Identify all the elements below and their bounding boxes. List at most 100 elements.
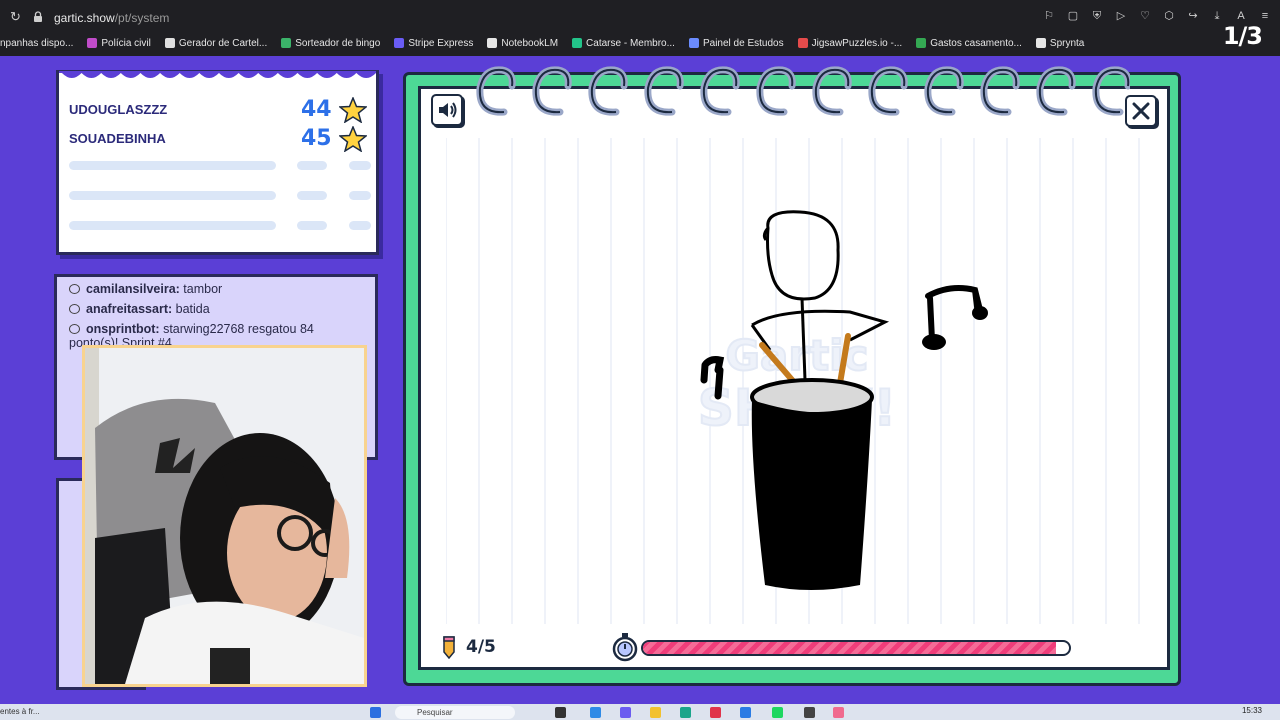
app-icon[interactable] [710, 707, 721, 718]
bookmark-item[interactable]: Sorteador de bingo [281, 38, 380, 49]
scallop-border [59, 71, 376, 78]
bookmark-item[interactable]: NotebookLM [487, 38, 558, 49]
bookmark-label: Gastos casamento... [930, 37, 1022, 49]
bookmark-favicon-icon [164, 38, 175, 48]
app-icon[interactable] [590, 707, 601, 718]
heart-icon[interactable]: ♡ [1138, 9, 1152, 23]
bookmark-item[interactable]: Gastos casamento... [916, 38, 1022, 49]
close-icon [1132, 102, 1150, 120]
taskbar-left-text: entes à fr... [0, 707, 40, 716]
close-button[interactable] [1125, 95, 1157, 127]
url-field[interactable]: gartic.show/pt/system [54, 11, 169, 25]
scoreboard: UDOUGLASZZZ 44 SOUADEBINHA 45 [56, 70, 379, 255]
player-row: UDOUGLASZZZ 44 [69, 97, 369, 123]
url-host: gartic.show [54, 11, 115, 25]
star-icon [339, 97, 367, 123]
bookmark-item[interactable]: npanhas dispo... [0, 38, 73, 49]
chat-bubble-icon [69, 284, 80, 294]
bookmark-label: Sorteador de bingo [295, 37, 381, 49]
bookmark-label: Polícia civil [101, 37, 151, 49]
folder-icon[interactable] [650, 707, 661, 718]
bookmark-item[interactable]: Stripe Express [394, 38, 473, 49]
pin-icon[interactable]: ⚐ [1042, 9, 1056, 23]
pencil-icon [443, 636, 455, 659]
player-points: 44 [301, 97, 332, 122]
app-icon[interactable] [833, 707, 844, 718]
player-row: SOUADEBINHA 45 [69, 126, 369, 152]
bookmark-item[interactable]: Sprynta [1035, 37, 1085, 49]
reload-icon[interactable]: ↻ [10, 10, 24, 24]
speaker-icon [439, 102, 457, 118]
timer-progress-bar [641, 640, 1071, 656]
chat-user: anafreitassart: [86, 302, 173, 316]
round-indicator: 4/5 [440, 634, 496, 660]
round-counter: 4/5 [466, 637, 496, 657]
bookmark-favicon-icon [87, 38, 98, 48]
menu-icon[interactable]: ≡ [1258, 9, 1272, 23]
chat-user: camilansilveira: [86, 282, 180, 296]
chat-user: onsprintbot: [86, 322, 160, 336]
chat-text: starwing22768 resgatou 84 [163, 322, 314, 336]
taskbar-search[interactable]: Pesquisar [395, 706, 515, 719]
empty-player-slot [69, 161, 373, 170]
bookmarks-bar: npanhas dispo... Polícia civil Gerador de … [0, 34, 1098, 52]
browser-icon[interactable] [680, 707, 691, 718]
chat-message: anafreitassart: batida [69, 302, 210, 316]
bookmark-label: Sprynta [1049, 37, 1085, 49]
translate-icon[interactable]: A [1234, 9, 1248, 23]
chat-bubble-icon [69, 324, 80, 334]
player-points: 45 [301, 126, 332, 151]
url-path: /pt/system [114, 11, 170, 25]
download-icon[interactable]: ⤓ [1210, 9, 1224, 23]
chat-text: tambor [183, 282, 223, 296]
bookmark-label: Catarse - Membro... [586, 37, 675, 49]
app-icon[interactable] [804, 707, 815, 718]
bookmark-label: npanhas dispo... [0, 37, 74, 49]
stopwatch-icon [612, 633, 638, 662]
windows-start-icon[interactable] [370, 707, 381, 718]
extensions-icon[interactable]: ⬡ [1162, 9, 1176, 23]
os-taskbar: entes à fr... Pesquisar 15:33 [0, 704, 1280, 720]
bookmark-label: Painel de Estudos [702, 37, 784, 49]
play-icon[interactable]: ▷ [1114, 9, 1128, 23]
webcam-overlay [82, 345, 367, 687]
bookmark-favicon-icon [1035, 38, 1046, 48]
address-row: ↻ gartic.show/pt/system ⚐ ▢ ⛨ ▷ ♡ ⬡ ↪ ⤓ … [0, 0, 1280, 34]
chat-bubble-icon [69, 304, 80, 314]
overlay-counter: 1/3 [1222, 22, 1263, 50]
empty-player-slot [69, 221, 373, 230]
bookmark-favicon-icon [281, 38, 292, 48]
bookmark-label: Stripe Express [408, 37, 474, 49]
streamer-camera-image [85, 348, 364, 684]
bookmark-favicon-icon [572, 38, 583, 48]
bookmark-item[interactable]: Polícia civil [87, 37, 151, 49]
screenshot-icon[interactable]: ▢ [1066, 9, 1080, 23]
bookmark-label: Gerador de Cartel... [178, 37, 268, 49]
store-icon[interactable] [740, 707, 751, 718]
bookmark-favicon-icon [797, 38, 808, 48]
lock-icon [34, 11, 42, 22]
spotify-icon[interactable] [772, 707, 783, 718]
player-name: SOUADEBINHA [69, 131, 166, 146]
bookmark-item[interactable]: Catarse - Membro... [572, 38, 675, 49]
bookmark-favicon-icon [394, 38, 405, 48]
app-icon[interactable] [620, 707, 631, 718]
chat-text: batida [175, 302, 210, 316]
sound-toggle-button[interactable] [431, 94, 463, 126]
bookmark-label: JigsawPuzzles.io -... [811, 37, 903, 49]
spiral-binding [476, 66, 1130, 116]
chat-message: camilansilveira: tambor [69, 282, 222, 296]
bookmark-favicon-icon [916, 38, 927, 48]
shield-icon[interactable]: ⛨ [1090, 9, 1104, 23]
task-view-icon[interactable] [555, 707, 566, 718]
share-icon[interactable]: ↪ [1186, 9, 1200, 23]
bookmark-label: NotebookLM [501, 37, 559, 49]
bookmark-favicon-icon [487, 38, 498, 48]
browser-toolbar: ↻ gartic.show/pt/system ⚐ ▢ ⛨ ▷ ♡ ⬡ ↪ ⤓ … [0, 0, 1280, 56]
bookmark-item[interactable]: Gerador de Cartel... [164, 37, 268, 49]
bookmark-item[interactable]: JigsawPuzzles.io -... [797, 37, 903, 49]
player-drawing-canvas[interactable] [680, 200, 1010, 600]
bookmark-item[interactable]: Painel de Estudos [688, 37, 784, 49]
extension-icons: ⚐ ▢ ⛨ ▷ ♡ ⬡ ↪ ⤓ A ≡ [1042, 9, 1272, 23]
empty-player-slot [69, 191, 373, 200]
